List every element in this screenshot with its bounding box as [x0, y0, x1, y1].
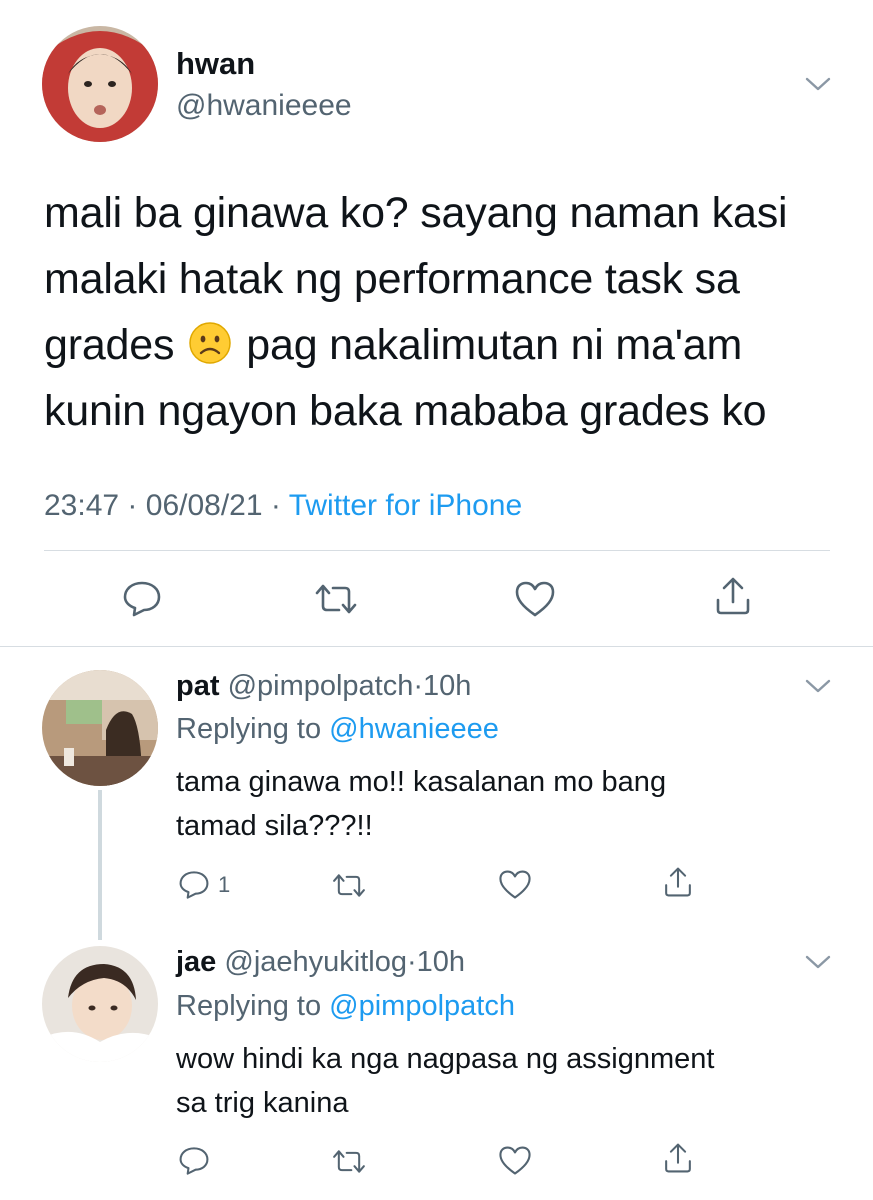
- retweet-icon[interactable]: [331, 1148, 367, 1175]
- retweet-icon[interactable]: [331, 872, 367, 899]
- replying-to-mention[interactable]: @hwanieeee: [329, 713, 499, 745]
- reply-author-handle[interactable]: @jaehyukitlog: [224, 946, 407, 978]
- reply-text-line: tama ginawa mo!! kasalanan mo bang: [176, 766, 667, 798]
- reply-count: 1: [218, 872, 231, 897]
- meta-separator: ·: [407, 946, 417, 978]
- tweet-text-line: kunin ngayon baka mababa grades ko: [44, 387, 767, 435]
- tweet-text: mali ba ginawa ko? sayang naman kasi mal…: [44, 180, 844, 444]
- like-icon[interactable]: [498, 1145, 532, 1176]
- reply-header: pat @pimpolpatch·10h: [176, 666, 471, 706]
- chevron-down-icon[interactable]: [804, 954, 832, 970]
- reply-age: 10h: [416, 946, 466, 978]
- chevron-down-icon[interactable]: [804, 678, 832, 694]
- frowning-face-emoji-icon: [188, 318, 232, 364]
- meta-separator: ·: [270, 489, 281, 522]
- meta-separator: ·: [127, 489, 138, 522]
- reply-author-name[interactable]: pat: [176, 670, 220, 702]
- tweet-source-link[interactable]: Twitter for iPhone: [289, 489, 522, 522]
- tweet-time: 23:47: [44, 489, 120, 522]
- retweet-icon[interactable]: [313, 582, 359, 616]
- replying-to-mention[interactable]: @pimpolpatch: [329, 990, 515, 1022]
- replying-to-label: Replying to: [176, 713, 322, 745]
- share-icon[interactable]: [714, 576, 752, 616]
- tweet-date: 06/08/21: [145, 489, 263, 522]
- tweet-text-line: malaki hatak ng performance task sa: [44, 255, 740, 303]
- replying-to: Replying to @hwanieeee: [176, 709, 499, 749]
- thread-connector: [98, 790, 102, 940]
- meta-separator: ·: [413, 670, 424, 702]
- divider: [44, 550, 830, 551]
- reply-icon[interactable]: [178, 870, 210, 900]
- tweet-text-line: mali ba ginawa ko? sayang naman kasi: [44, 189, 788, 237]
- author-name[interactable]: hwan: [176, 44, 255, 84]
- replying-to-label: Replying to: [176, 990, 322, 1022]
- reply-header: jae @jaehyukitlog·10h: [176, 942, 465, 982]
- reply-avatar[interactable]: [42, 946, 158, 1062]
- tweet-meta: 23:47 · 06/08/21 · Twitter for iPhone: [44, 484, 522, 528]
- author-avatar[interactable]: [42, 26, 158, 142]
- reply-icon[interactable]: [178, 1146, 210, 1176]
- reply-text: tama ginawa mo!! kasalanan mo bang tamad…: [176, 760, 846, 848]
- like-icon[interactable]: [514, 580, 556, 618]
- like-icon[interactable]: [498, 869, 532, 900]
- tweet-text-line: grades pag nakalimutan ni ma'am: [44, 312, 844, 378]
- tweet-text-fragment: pag nakalimutan ni ma'am: [246, 321, 743, 369]
- divider: [0, 646, 873, 647]
- reply-text-line: sa trig kanina: [176, 1087, 349, 1119]
- share-icon[interactable]: [663, 1142, 693, 1174]
- reply-text-line: tamad sila???!!: [176, 810, 373, 842]
- tweet-text-fragment: grades: [44, 321, 175, 369]
- reply-author-handle[interactable]: @pimpolpatch: [228, 670, 414, 702]
- reply-age: 10h: [423, 670, 472, 702]
- reply-text: wow hindi ka nga nagpasa ng assignment s…: [176, 1037, 846, 1125]
- replying-to: Replying to @pimpolpatch: [176, 986, 515, 1026]
- author-handle[interactable]: @hwanieeee: [176, 86, 352, 126]
- reply-action[interactable]: 1: [178, 868, 258, 900]
- share-icon[interactable]: [663, 866, 693, 898]
- reply-author-name[interactable]: jae: [176, 946, 216, 978]
- reply-text-line: wow hindi ka nga nagpasa ng assignment: [176, 1043, 715, 1075]
- reply-icon[interactable]: [122, 580, 162, 618]
- reply-avatar[interactable]: [42, 670, 158, 786]
- chevron-down-icon[interactable]: [804, 76, 832, 92]
